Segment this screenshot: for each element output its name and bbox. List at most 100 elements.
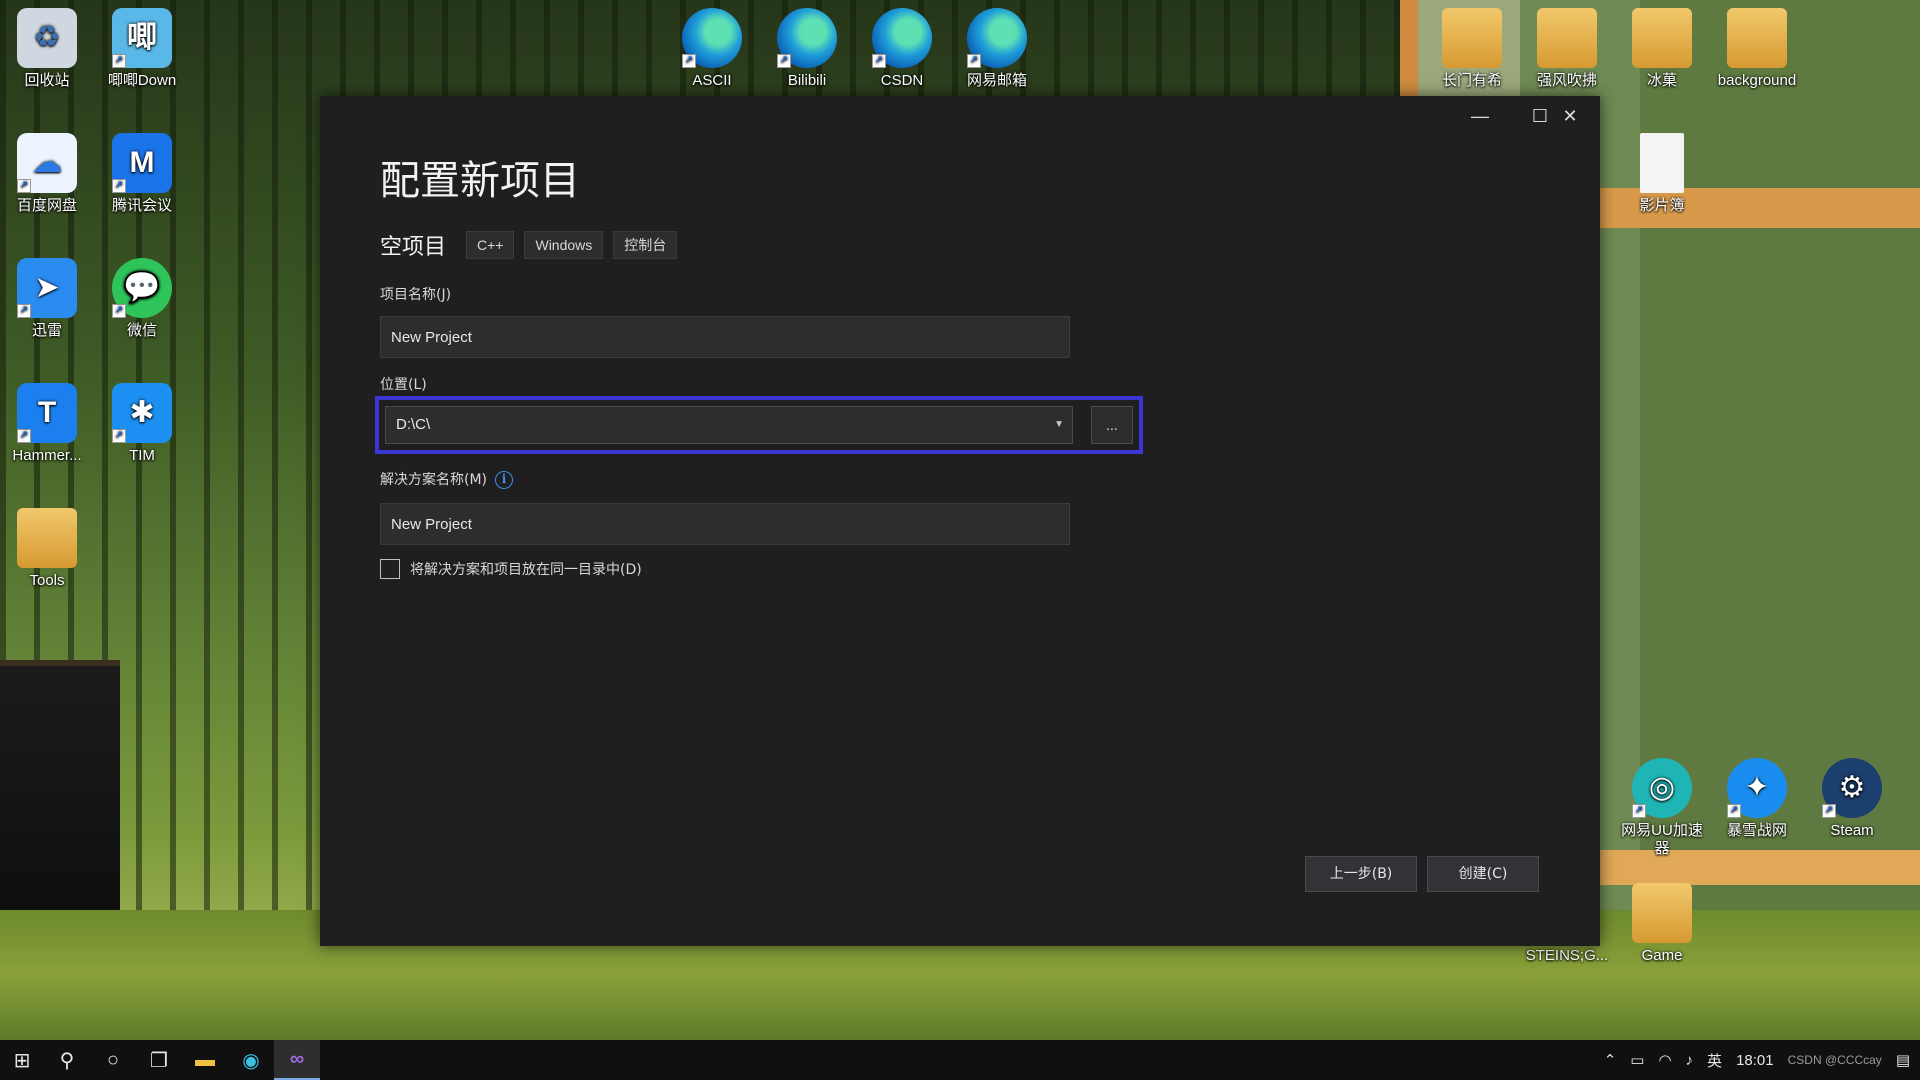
back-button[interactable]: 上一步(B) xyxy=(1305,856,1417,892)
desktop-icon-uu-accelerator[interactable]: ◎ ↗ 网易UU加速器 xyxy=(1618,758,1706,858)
tencent-meeting-icon: M ↗ xyxy=(112,133,172,193)
solution-name-label-row: 解决方案名称(M) i xyxy=(380,469,514,489)
watermark: CSDN @CCCcay xyxy=(1787,1053,1882,1067)
desktop-icon-label: Hammer... xyxy=(12,447,82,464)
desktop-icon-label: 百度网盘 xyxy=(16,197,77,214)
same-directory-option[interactable]: 将解决方案和项目放在同一目录中(D) xyxy=(380,559,642,579)
desktop-icon-baidu-netdisk[interactable]: ☁ ↗ 百度网盘 xyxy=(3,133,91,215)
desktop-icon-label: 回收站 xyxy=(24,72,70,89)
desktop-icon-label: 迅雷 xyxy=(31,322,62,339)
chevron-down-icon[interactable]: ▼ xyxy=(1054,407,1064,443)
desktop-icon-jijidown[interactable]: 唧 ↗ 唧唧Down xyxy=(98,8,186,90)
edge-icon: ↗ xyxy=(967,8,1027,68)
desktop-icon-label: 强风吹拂 xyxy=(1536,72,1597,89)
location-label: 位置(L) xyxy=(380,377,427,393)
wallpaper-left-dark-panel xyxy=(0,660,120,920)
same-directory-checkbox[interactable] xyxy=(380,559,400,579)
file-explorer-icon: ▬ xyxy=(195,1048,215,1071)
project-name-input[interactable] xyxy=(380,316,1070,358)
notification-icon[interactable]: ▤ xyxy=(1896,1051,1910,1069)
battery-icon[interactable]: ▭ xyxy=(1630,1051,1644,1069)
page-title: 配置新项目 xyxy=(380,158,580,204)
desktop-icon-bilibili[interactable]: ↗ Bilibili xyxy=(763,8,851,90)
desktop-icon-steam[interactable]: ⚙ ↗ Steam xyxy=(1808,758,1896,840)
cortana-icon: ○ xyxy=(106,1048,120,1071)
desktop-icon-label: Game xyxy=(1641,947,1683,964)
folder-icon xyxy=(17,508,77,568)
recycle-bin-icon: ♻ xyxy=(17,8,77,68)
chevron-up-icon[interactable]: ⌃ xyxy=(1604,1051,1617,1069)
task-view-icon: ❐ xyxy=(150,1049,168,1072)
folder-icon xyxy=(1442,8,1502,68)
visual-studio-icon: ∞ xyxy=(289,1047,305,1070)
desktop-icon-wechat[interactable]: 💬 ↗ 微信 xyxy=(98,258,186,340)
desktop-icon-label: 腾讯会议 xyxy=(111,197,172,214)
desktop-icon-netease-mail[interactable]: ↗ 网易邮箱 xyxy=(953,8,1041,90)
desktop-icon-folder-kazetsuyoku[interactable]: 强风吹拂 xyxy=(1523,8,1611,90)
battlenet-icon: ✦ ↗ xyxy=(1727,758,1787,818)
configure-project-dialog: — ☐ ✕ 配置新项目 空项目 C++ Windows 控制台 项目名称(J) … xyxy=(320,96,1600,946)
desktop-icon-xunlei[interactable]: ➤ ↗ 迅雷 xyxy=(3,258,91,340)
steam-icon: ⚙ ↗ xyxy=(1822,758,1882,818)
desktop-icon-label: 暴雪战网 xyxy=(1726,822,1787,839)
desktop-icon-hammer[interactable]: T ↗ Hammer... xyxy=(3,383,91,465)
tag-language: C++ xyxy=(466,231,515,259)
desktop-icon-recycle-bin[interactable]: ♻ 回收站 xyxy=(3,8,91,90)
solution-name-label: 解决方案名称(M) xyxy=(380,472,488,488)
solution-name-input[interactable] xyxy=(380,503,1070,545)
desktop-icon-tools[interactable]: Tools xyxy=(3,508,91,590)
desktop-icon-ascii[interactable]: ↗ ASCII xyxy=(668,8,756,90)
desktop-icon-label: CSDN xyxy=(880,72,924,89)
volume-icon[interactable]: ♪ xyxy=(1686,1052,1694,1069)
desktop-icon-label: Steam xyxy=(1830,822,1874,839)
create-button[interactable]: 创建(C) xyxy=(1427,856,1539,892)
search-icon: ⚲ xyxy=(59,1049,75,1072)
desktop-icon-label: ASCII xyxy=(692,72,732,89)
folder-icon xyxy=(1632,883,1692,943)
desktop-icon-battlenet[interactable]: ✦ ↗ 暴雪战网 xyxy=(1713,758,1801,840)
task-view-button[interactable]: ❐ xyxy=(136,1040,182,1080)
browse-button[interactable]: ... xyxy=(1091,406,1133,444)
desktop-icon-label: 影片簿 xyxy=(1639,197,1685,214)
edge-button[interactable]: ◉ xyxy=(228,1040,274,1080)
clock[interactable]: 18:01 xyxy=(1736,1052,1774,1069)
info-icon[interactable]: i xyxy=(495,471,514,489)
start-button[interactable]: ⊞ xyxy=(0,1040,44,1080)
location-combobox[interactable]: D:\C\ ▼ xyxy=(385,406,1073,444)
desktop-icon-folder-hyouka[interactable]: 冰菓 xyxy=(1618,8,1706,90)
desktop-icon-folder-game[interactable]: Game xyxy=(1618,883,1706,965)
uu-accelerator-icon: ◎ ↗ xyxy=(1632,758,1692,818)
desktop-icon-folder-background[interactable]: background xyxy=(1713,8,1801,90)
wechat-icon: 💬 ↗ xyxy=(112,258,172,318)
windows-logo-icon: ⊞ xyxy=(13,1049,31,1072)
jijidown-icon: 唧 ↗ xyxy=(112,8,172,68)
ime-indicator[interactable]: 英 xyxy=(1707,1050,1722,1071)
desktop-icon-tim[interactable]: ✱ ↗ TIM xyxy=(98,383,186,465)
xunlei-icon: ➤ ↗ xyxy=(17,258,77,318)
desktop-icon-folder-nagato[interactable]: 长门有希 xyxy=(1428,8,1516,90)
file-explorer-button[interactable]: ▬ xyxy=(182,1040,228,1080)
desktop-icon-label: background xyxy=(1717,72,1797,89)
search-button[interactable]: ⚲ xyxy=(44,1040,90,1080)
template-info-row: 空项目 C++ Windows 控制台 xyxy=(380,229,678,261)
desktop-icon-label: 网易UU加速器 xyxy=(1621,822,1703,857)
close-button[interactable]: ✕ xyxy=(1540,96,1600,136)
cortana-button[interactable]: ○ xyxy=(90,1040,136,1080)
tag-project-type: 控制台 xyxy=(613,231,678,259)
visual-studio-button[interactable]: ∞ xyxy=(274,1040,320,1080)
desktop-icon-tencent-meeting[interactable]: M ↗ 腾讯会议 xyxy=(98,133,186,215)
wifi-icon[interactable]: ◠ xyxy=(1658,1051,1671,1069)
desktop-icon-csdn[interactable]: ↗ CSDN xyxy=(858,8,946,90)
folder-icon xyxy=(1632,8,1692,68)
tim-icon: ✱ ↗ xyxy=(112,383,172,443)
file-icon xyxy=(1640,133,1684,193)
baidu-netdisk-icon: ☁ ↗ xyxy=(17,133,77,193)
desktop-icon-label: Bilibili xyxy=(787,72,827,89)
same-directory-checkbox-label[interactable]: 将解决方案和项目放在同一目录中(D) xyxy=(410,559,642,579)
edge-icon: ◉ xyxy=(242,1049,260,1072)
edge-icon: ↗ xyxy=(872,8,932,68)
desktop-icon-label: 网易邮箱 xyxy=(966,72,1027,89)
minimize-button[interactable]: — xyxy=(1450,96,1510,136)
desktop-icon-file-movie-list[interactable]: 影片簿 xyxy=(1618,133,1706,215)
location-highlight-frame: D:\C\ ▼ ... xyxy=(375,396,1143,454)
